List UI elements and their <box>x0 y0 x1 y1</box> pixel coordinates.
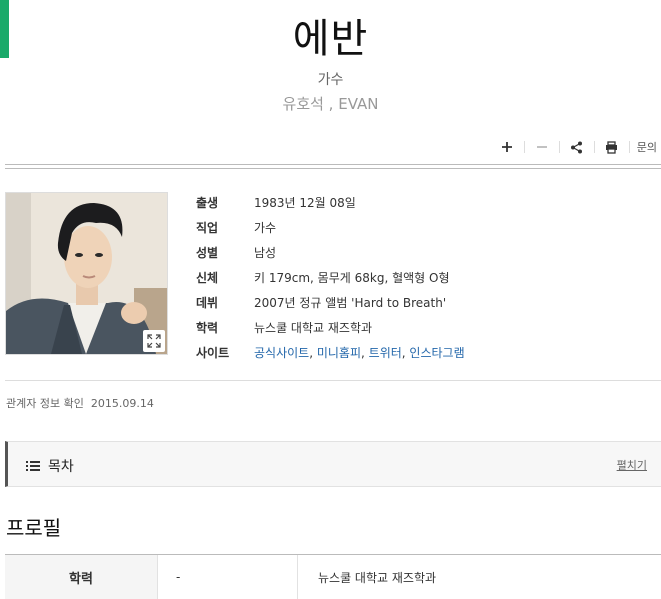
verification-label: 관계자 정보 확인 <box>6 397 84 410</box>
occupation-subtitle: 가수 <box>317 72 344 88</box>
info-row-site: 사이트 공식사이트, 미니홈피, 트위터, 인스타그램 <box>196 340 465 365</box>
toc-title: 목차 <box>26 456 74 476</box>
link-separator: , <box>361 346 369 360</box>
alias-subtitle: 유호석 , EVAN <box>282 95 379 113</box>
profile-heading: 프로필 <box>6 516 62 540</box>
info-value: 1983년 12월 08일 <box>254 196 356 210</box>
info-value: 뉴스쿨 대학교 재즈학과 <box>254 321 373 335</box>
minihompy-link[interactable]: 미니홈피 <box>317 346 361 360</box>
zoom-in-button[interactable] <box>493 136 521 158</box>
minus-icon <box>536 146 547 148</box>
page-title: 에반 <box>292 16 369 62</box>
table-of-contents: 목차 펼치기 <box>5 441 661 487</box>
inquiry-link[interactable]: 문의 <box>633 139 659 155</box>
share-icon <box>571 141 583 153</box>
info-label: 직업 <box>196 221 219 235</box>
info-value: 가수 <box>254 221 277 235</box>
toc-expand-link[interactable]: 펼치기 <box>617 457 647 473</box>
verification-note: 관계자 정보 확인 2015.09.14 <box>6 395 154 411</box>
profile-row-label: 학력 <box>5 555 158 599</box>
info-row-gender: 성별 남성 <box>196 240 465 265</box>
info-value: 남성 <box>254 246 277 260</box>
toc-title-label: 목차 <box>48 459 74 475</box>
print-icon <box>606 140 618 154</box>
profile-photo[interactable] <box>5 192 168 355</box>
info-row-body: 신체 키 179cm, 몸무게 68kg, 혈액형 O형 <box>196 265 465 290</box>
info-label: 사이트 <box>196 346 230 360</box>
official-site-link[interactable]: 공식사이트 <box>254 346 309 360</box>
info-label: 신체 <box>196 271 219 285</box>
profile-table-row: 학력 - 뉴스쿨 대학교 재즈학과 <box>5 555 661 599</box>
zoom-out-button[interactable] <box>528 136 556 158</box>
expand-photo-button[interactable] <box>143 330 165 352</box>
verification-date: 2015.09.14 <box>90 397 154 410</box>
share-button[interactable] <box>563 136 591 158</box>
info-label: 성별 <box>196 246 219 260</box>
print-button[interactable] <box>598 136 626 158</box>
list-icon <box>26 461 40 471</box>
info-table: 출생 1983년 12월 08일 직업 가수 성별 남성 신체 키 179cm,… <box>196 190 465 365</box>
instagram-link[interactable]: 인스타그램 <box>409 346 464 360</box>
profile-row-period: - <box>158 555 298 599</box>
info-row-education: 학력 뉴스쿨 대학교 재즈학과 <box>196 315 465 340</box>
site-links: 공식사이트, 미니홈피, 트위터, 인스타그램 <box>254 344 465 361</box>
info-divider <box>5 380 661 381</box>
info-row-birth: 출생 1983년 12월 08일 <box>196 190 465 215</box>
info-value: 2007년 정규 앨범 'Hard to Breath' <box>254 296 447 310</box>
info-label: 학력 <box>196 321 219 335</box>
info-value: 키 179cm, 몸무게 68kg, 혈액형 O형 <box>254 271 450 285</box>
profile-row-value: 뉴스쿨 대학교 재즈학과 <box>318 570 437 585</box>
info-row-job: 직업 가수 <box>196 215 465 240</box>
header-divider <box>5 164 661 169</box>
twitter-link[interactable]: 트위터 <box>369 346 402 360</box>
info-label: 출생 <box>196 196 219 210</box>
expand-icon <box>147 334 161 348</box>
info-label: 데뷔 <box>196 296 219 310</box>
plus-icon <box>501 142 512 152</box>
article-toolbar: 문의 <box>493 136 659 158</box>
info-row-debut: 데뷔 2007년 정규 앨범 'Hard to Breath' <box>196 290 465 315</box>
link-separator: , <box>309 346 317 360</box>
